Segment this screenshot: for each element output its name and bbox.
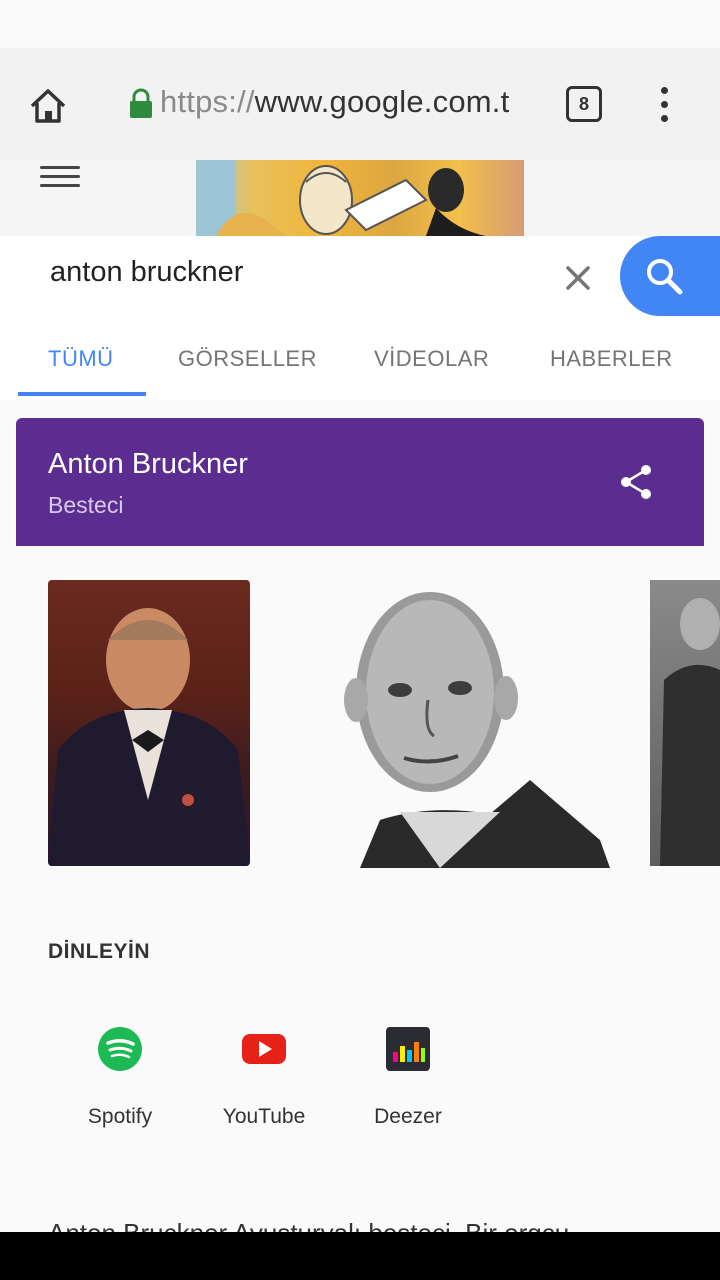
tab-news[interactable]: HABERLER — [550, 346, 673, 372]
app-label: YouTube — [222, 1105, 306, 1128]
app-label: Deezer — [374, 1105, 442, 1128]
portrait-image-3[interactable] — [650, 580, 720, 866]
close-icon[interactable] — [558, 258, 598, 298]
listen-section-title: DİNLEYİN — [48, 940, 151, 963]
spotify-icon — [98, 1027, 142, 1071]
lock-icon — [130, 88, 152, 118]
search-input[interactable] — [50, 256, 530, 289]
browser-address-bar: https://www.google.com.tr 8 — [0, 48, 720, 160]
app-deezer[interactable]: Deezer — [338, 1026, 478, 1146]
search-bar — [0, 236, 720, 318]
deezer-icon — [386, 1027, 430, 1071]
portrait-image-2[interactable] — [300, 580, 610, 868]
knowledge-panel-subtitle: Besteci — [48, 492, 124, 518]
youtube-icon — [242, 1034, 286, 1064]
url-scheme: https:// — [160, 84, 255, 119]
home-icon[interactable] — [26, 84, 70, 128]
portrait-image-1[interactable] — [48, 580, 250, 866]
hamburger-menu-icon[interactable] — [40, 166, 80, 190]
url-host: www.google.com.tr — [254, 84, 510, 119]
app-spotify[interactable]: Spotify — [50, 1026, 190, 1146]
system-navigation-bar — [0, 1232, 720, 1280]
browser-screen: https://www.google.com.tr 8 anton bruckn… — [0, 0, 720, 1280]
search-icon — [647, 259, 683, 295]
tab-images[interactable]: GÖRSELLER — [178, 346, 317, 372]
knowledge-panel-header: Anton Bruckner Besteci — [16, 418, 704, 546]
google-doodle[interactable] — [196, 160, 524, 236]
tab-videos[interactable]: VİDEOLAR — [374, 346, 489, 372]
tab-switcher-button[interactable]: 8 — [566, 86, 602, 122]
search-button[interactable] — [620, 236, 720, 316]
url-field[interactable]: https://www.google.com.tr — [160, 84, 510, 120]
google-header — [0, 160, 720, 236]
result-snippet: Anton Bruckner Avusturyalı besteci. Bir … — [48, 1218, 668, 1232]
share-icon[interactable] — [618, 462, 654, 502]
image-carousel — [0, 578, 720, 868]
overflow-menu-icon[interactable] — [652, 84, 676, 128]
search-tabs: TÜMÜ GÖRSELLER VİDEOLAR HABERLER — [0, 318, 720, 400]
knowledge-panel-title[interactable]: Anton Bruckner — [48, 448, 248, 481]
tab-all[interactable]: TÜMÜ — [48, 346, 114, 372]
active-tab-indicator — [18, 392, 146, 396]
app-youtube[interactable]: YouTube — [194, 1026, 334, 1146]
app-label: Spotify — [87, 1105, 153, 1128]
